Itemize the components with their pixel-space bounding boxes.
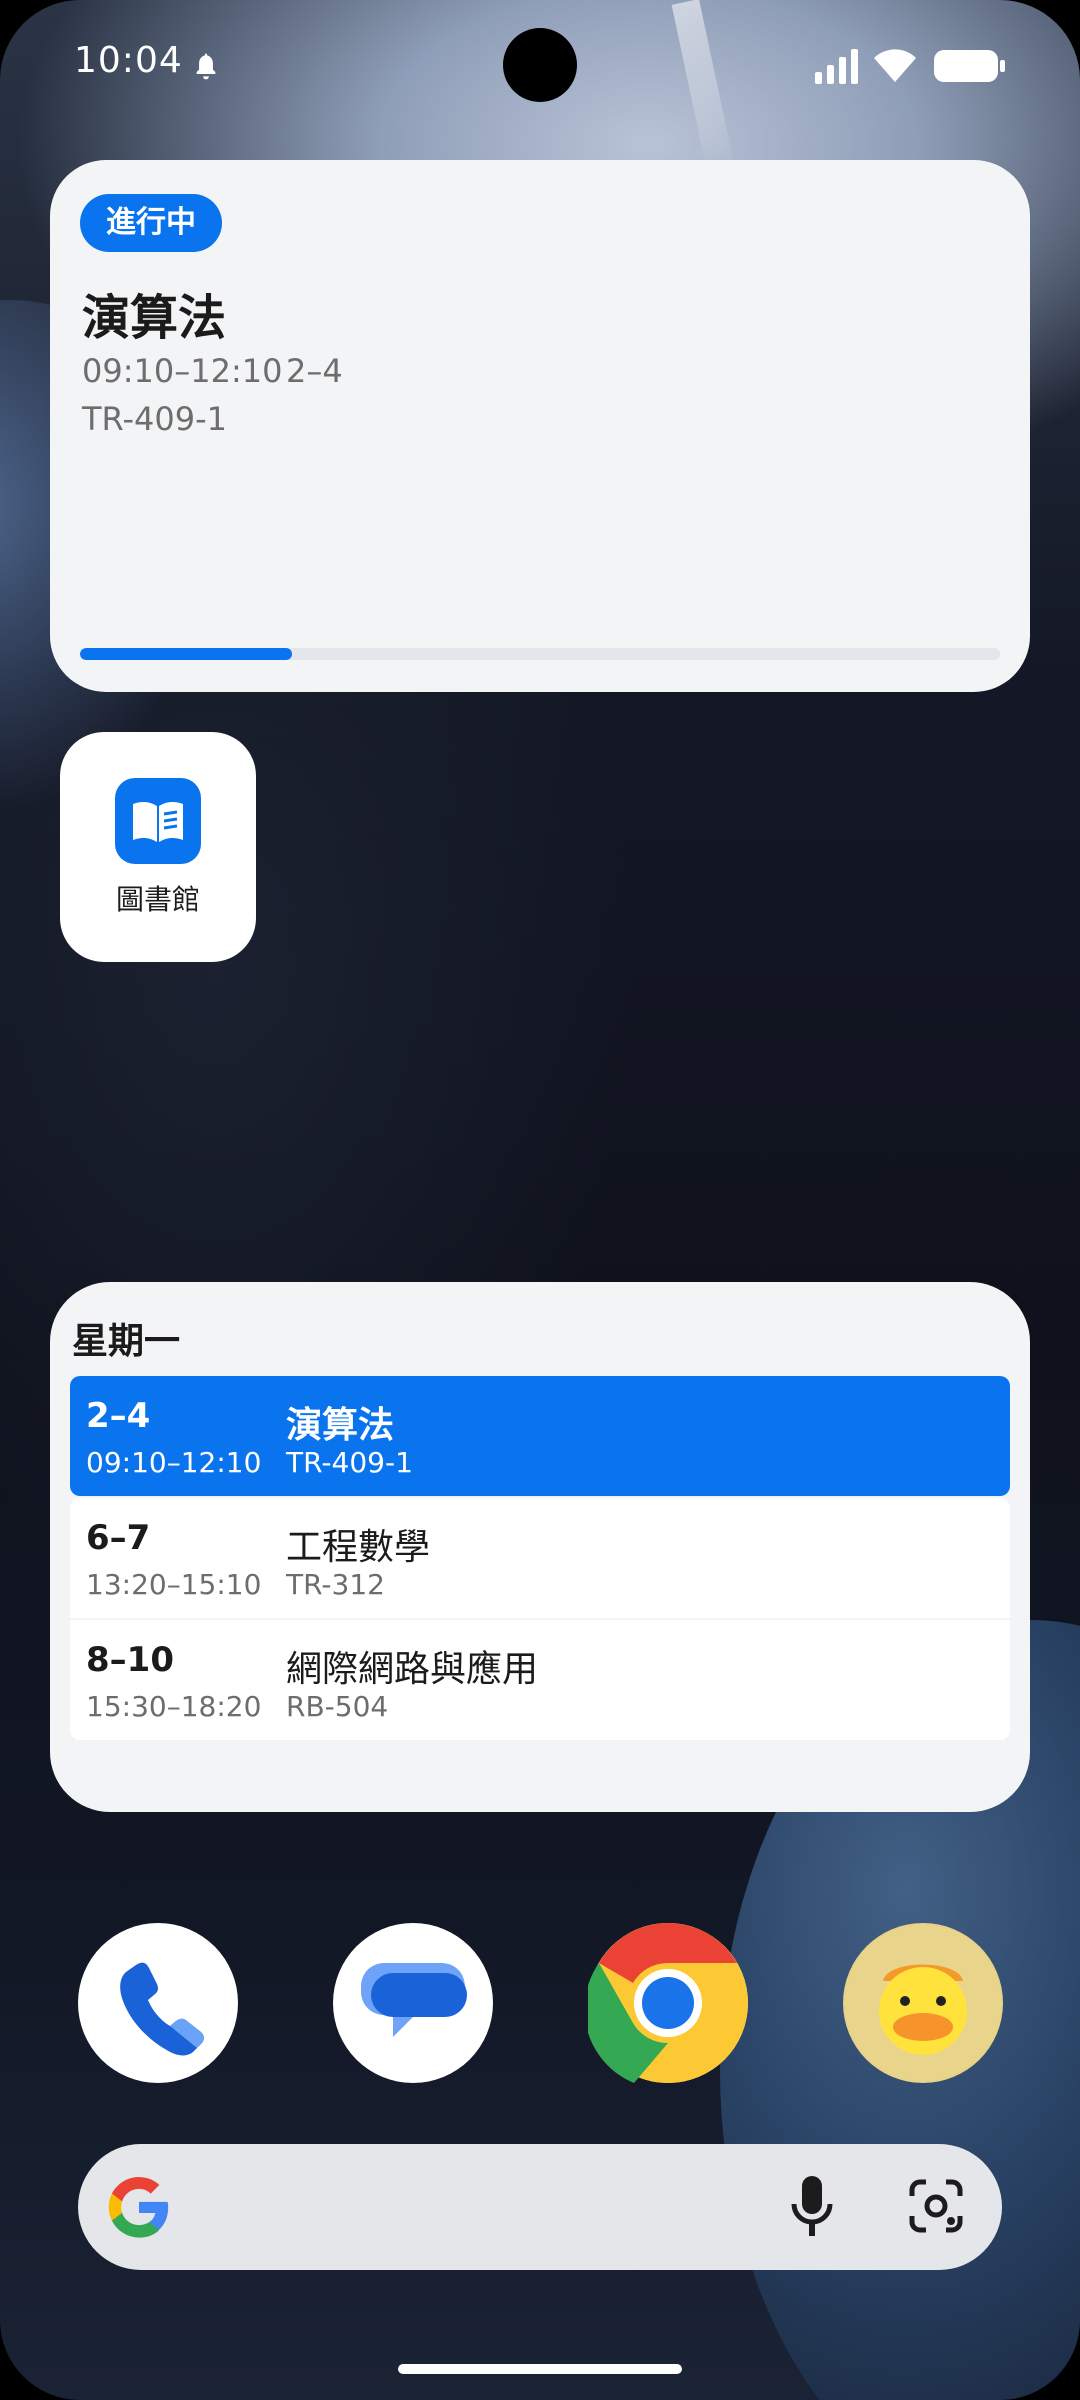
current-course-time: 09:10–12:10 (82, 352, 283, 390)
row-period: 2–4 (86, 1396, 151, 1436)
duck-app[interactable] (843, 1923, 1003, 2083)
in-progress-badge: 進行中 (80, 194, 222, 252)
phone-app[interactable] (78, 1923, 238, 2083)
current-course-title: 演算法 (82, 290, 227, 346)
status-time: 10:04 (74, 40, 183, 81)
row-course: 工程數學 (286, 1527, 431, 1568)
chrome-app[interactable] (584, 1923, 748, 2083)
signal-icon (815, 49, 858, 84)
schedule-widget[interactable]: 星期一 2–4 09:10–12:10 演算法 TR-409-1 6–7 13:… (50, 1282, 1030, 1812)
battery-icon (934, 50, 1005, 82)
row-time: 15:30–18:20 (86, 1690, 262, 1723)
schedule-row[interactable]: 8–10 15:30–18:20 網際網路與應用 RB-504 (70, 1620, 1010, 1740)
row-course: 網際網路與應用 (286, 1649, 539, 1690)
current-class-widget[interactable]: 進行中 演算法 09:10–12:10 2–4 TR-409-1 (50, 160, 1030, 692)
row-time: 09:10–12:10 (86, 1446, 262, 1479)
lens-icon[interactable] (906, 2176, 966, 2236)
google-g-icon (108, 2177, 169, 2238)
current-course-room: TR-409-1 (82, 400, 228, 438)
row-room: TR-312 (286, 1568, 385, 1601)
class-progress-fill (80, 648, 292, 660)
bell-icon (196, 53, 216, 80)
wallpaper-streak (671, 0, 737, 181)
messages-app[interactable] (333, 1923, 493, 2083)
schedule-day-title: 星期一 (72, 1321, 181, 1362)
current-course-period: 2–4 (286, 352, 343, 390)
row-course: 演算法 (286, 1405, 395, 1446)
messages-icon (361, 1963, 467, 2037)
home-gesture-bar[interactable] (398, 2364, 682, 2374)
phone-icon (120, 1962, 204, 2056)
front-camera (503, 28, 577, 102)
library-app[interactable]: 圖書館 (60, 732, 256, 962)
row-room: RB-504 (286, 1690, 389, 1723)
home-screen: 10:04 進行中 演算法 09:10–12:10 2–4 TR-409-1 圖… (0, 0, 1080, 2400)
wifi-icon (874, 49, 916, 82)
schedule-row[interactable]: 6–7 13:20–15:10 工程數學 TR-312 (70, 1498, 1010, 1618)
library-app-label: 圖書館 (115, 883, 200, 916)
row-room: TR-409-1 (286, 1446, 413, 1479)
book-icon (115, 778, 201, 864)
google-search-bar[interactable] (78, 2144, 1002, 2270)
row-period: 8–10 (86, 1640, 174, 1680)
row-time: 13:20–15:10 (86, 1568, 262, 1601)
mic-icon[interactable] (786, 2172, 838, 2242)
schedule-row[interactable]: 2–4 09:10–12:10 演算法 TR-409-1 (70, 1376, 1010, 1496)
chrome-icon (584, 1923, 748, 2083)
class-progress-bar (80, 648, 1000, 660)
row-period: 6–7 (86, 1518, 151, 1558)
duck-avatar-icon (845, 1925, 1001, 2081)
